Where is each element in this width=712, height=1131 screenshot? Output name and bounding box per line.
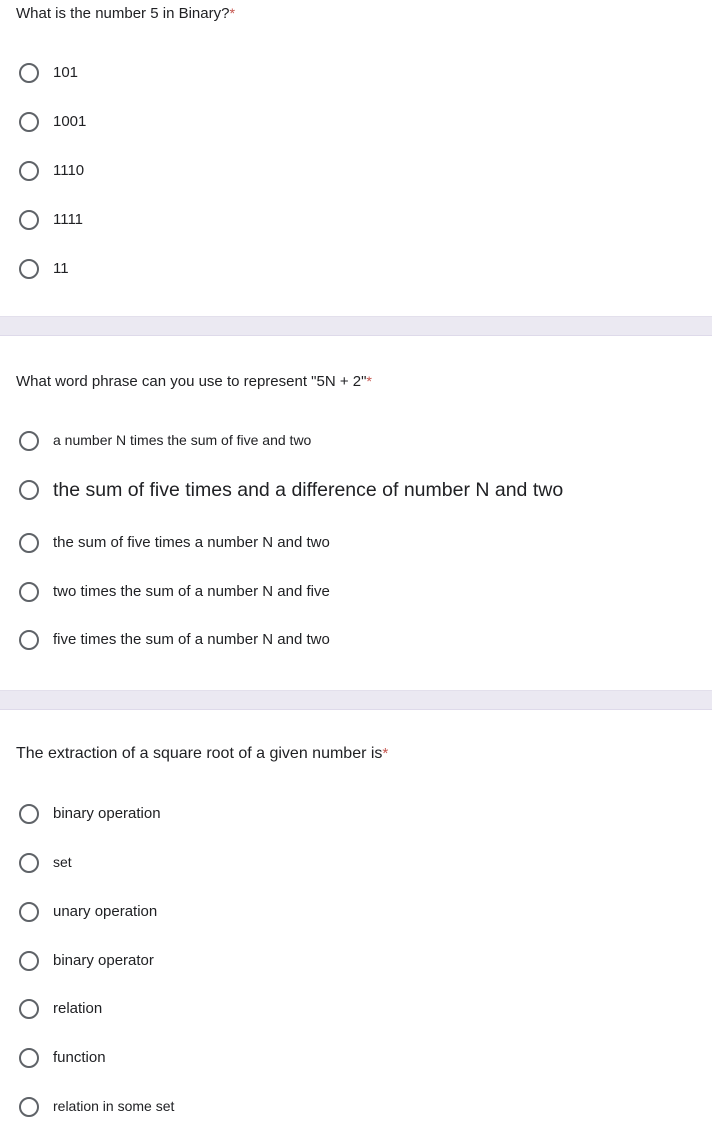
radio-icon[interactable]	[19, 582, 39, 602]
option-row-q3-3[interactable]: unary operation	[0, 900, 712, 924]
radio-icon[interactable]	[19, 63, 39, 83]
radio-icon[interactable]	[19, 161, 39, 181]
option-label: relation	[53, 999, 103, 1017]
option-label: 101	[53, 63, 79, 81]
question-title-1-text: What is the number 5 in Binary?	[16, 5, 230, 22]
question-block-1: What is the number 5 in Binary?* 101 100…	[0, 0, 712, 316]
question-title-2-text: What word phrase can you use to represen…	[16, 373, 367, 390]
option-row-q1-3[interactable]: 1110	[0, 159, 712, 183]
question-block-3: The extraction of a square root of a giv…	[0, 710, 712, 1131]
question-title-1: What is the number 5 in Binary?*	[16, 4, 235, 24]
option-label: 1111	[53, 210, 84, 228]
option-row-q3-7[interactable]: relation in some set	[0, 1095, 712, 1119]
option-label: the sum of five times and a difference o…	[53, 478, 564, 501]
option-label: the sum of five times a number N and two	[53, 533, 330, 551]
option-row-q3-6[interactable]: function	[0, 1046, 712, 1070]
option-label: 1110	[53, 161, 85, 179]
option-label: two times the sum of a number N and five	[53, 582, 330, 600]
radio-icon[interactable]	[19, 853, 39, 873]
option-label: binary operator	[53, 951, 154, 969]
radio-icon[interactable]	[19, 951, 39, 971]
option-row-q1-2[interactable]: 1001	[0, 110, 712, 134]
option-row-q3-4[interactable]: binary operator	[0, 949, 712, 973]
option-row-q2-4[interactable]: two times the sum of a number N and five	[0, 580, 712, 604]
option-row-q2-1[interactable]: a number N times the sum of five and two	[0, 429, 712, 453]
radio-icon[interactable]	[19, 259, 39, 279]
radio-icon[interactable]	[19, 630, 39, 650]
radio-icon[interactable]	[19, 112, 39, 132]
option-row-q2-3[interactable]: the sum of five times a number N and two	[0, 531, 712, 555]
question-title-3: The extraction of a square root of a giv…	[16, 744, 388, 765]
option-row-q1-4[interactable]: 1111	[0, 208, 712, 232]
option-row-q2-2[interactable]: the sum of five times and a difference o…	[0, 475, 712, 505]
required-asterisk-2: *	[366, 374, 372, 390]
option-label: 11	[53, 259, 69, 277]
option-label: binary operation	[53, 804, 161, 822]
option-label: five times the sum of a number N and two	[53, 630, 330, 648]
required-asterisk-3: *	[382, 745, 389, 762]
question-block-2: What word phrase can you use to represen…	[0, 336, 712, 690]
form-page: What is the number 5 in Binary?* 101 100…	[0, 0, 712, 1131]
option-row-q3-2[interactable]: set	[0, 851, 712, 875]
question-title-2: What word phrase can you use to represen…	[16, 372, 372, 392]
radio-icon[interactable]	[19, 902, 39, 922]
option-label: set	[53, 854, 72, 871]
required-asterisk-1: *	[229, 6, 235, 22]
option-row-q3-5[interactable]: relation	[0, 997, 712, 1021]
radio-icon[interactable]	[19, 804, 39, 824]
question-title-3-text: The extraction of a square root of a giv…	[16, 745, 383, 762]
option-row-q2-5[interactable]: five times the sum of a number N and two	[0, 628, 712, 652]
option-row-q1-5[interactable]: 11	[0, 257, 712, 281]
option-row-q3-1[interactable]: binary operation	[0, 802, 712, 826]
option-row-q1-1[interactable]: 101	[0, 61, 712, 85]
radio-icon[interactable]	[19, 533, 39, 553]
radio-icon[interactable]	[19, 431, 39, 451]
radio-icon[interactable]	[19, 999, 39, 1019]
option-label: unary operation	[53, 902, 158, 920]
option-label: function	[53, 1048, 106, 1066]
radio-icon[interactable]	[19, 480, 39, 500]
question-separator-1	[0, 316, 712, 336]
radio-icon[interactable]	[19, 1048, 39, 1068]
radio-icon[interactable]	[19, 1097, 39, 1117]
option-label: relation in some set	[53, 1098, 175, 1115]
question-separator-2	[0, 690, 712, 710]
radio-icon[interactable]	[19, 210, 39, 230]
option-label: 1001	[53, 112, 87, 130]
option-label: a number N times the sum of five and two	[53, 432, 312, 449]
